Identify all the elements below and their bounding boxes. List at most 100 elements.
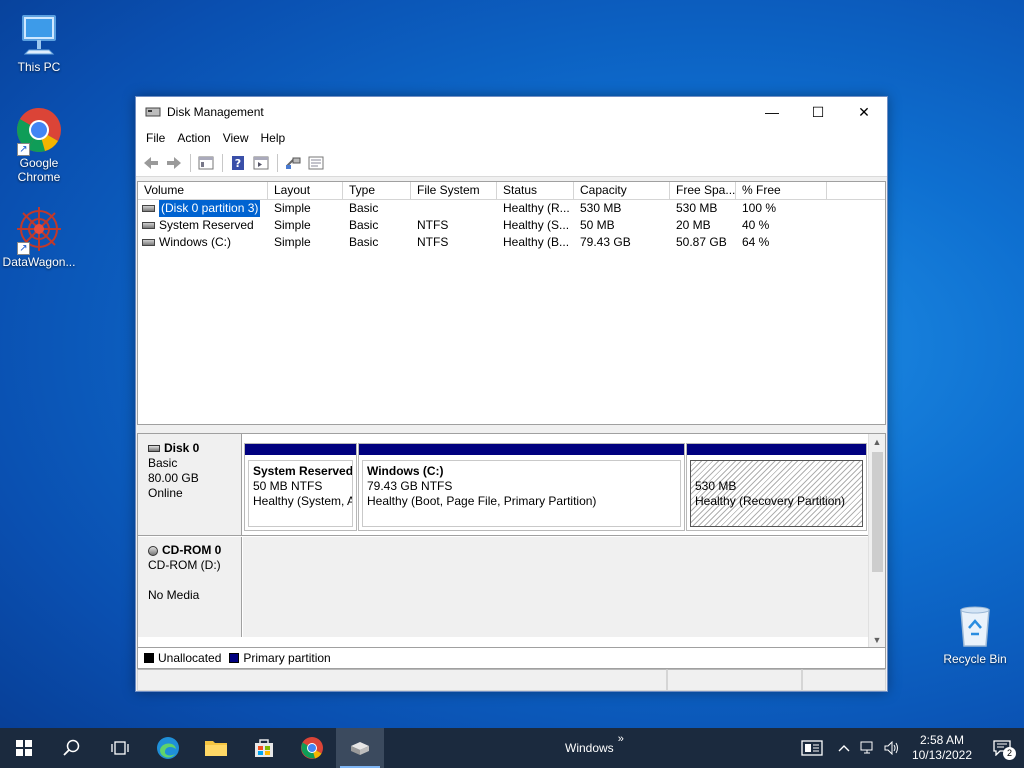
status-cell: Healthy (B...: [503, 235, 570, 249]
legend-unallocated-label: Unallocated: [158, 651, 222, 665]
title-bar[interactable]: Disk Management — ☐ ✕: [136, 97, 887, 127]
layout-cell: Simple: [274, 235, 311, 249]
taskbar-disk-management[interactable]: [336, 728, 384, 768]
connect-button[interactable]: [282, 152, 304, 174]
partition-bar: [687, 444, 866, 457]
desktop-icon-google-chrome[interactable]: ↗ Google Chrome: [0, 106, 78, 184]
disk-graphical-view: Disk 0 Basic 80.00 GB Online System Rese…: [137, 433, 886, 649]
windows-logo-icon: [16, 740, 32, 756]
toolbar-separator: [277, 153, 278, 172]
volume-list-header: Volume Layout Type File System Status Ca…: [138, 182, 885, 200]
toolbar-windows-label[interactable]: Windows »: [565, 728, 624, 768]
disk-0-label[interactable]: Disk 0 Basic 80.00 GB Online: [138, 434, 242, 535]
percent-free-cell: 64 %: [742, 235, 770, 249]
column-header-volume[interactable]: Volume: [138, 182, 268, 199]
forward-button[interactable]: [163, 152, 185, 174]
desktop-icon-datawagon[interactable]: ↗ DataWagon...: [0, 205, 78, 269]
file-system-cell: [411, 200, 497, 217]
desktop-icon-this-pc[interactable]: This PC: [0, 10, 78, 74]
cdrom-name: CD-ROM 0: [162, 543, 222, 557]
menu-help[interactable]: Help: [255, 131, 292, 145]
free-space-cell: 50.87 GB: [676, 235, 727, 249]
cdrom-0-row: CD-ROM 0 CD-ROM (D:) No Media: [138, 537, 870, 637]
task-view-button[interactable]: [96, 728, 144, 768]
properties-button[interactable]: [305, 152, 327, 174]
disk-name: Disk 0: [164, 441, 200, 455]
column-header-type[interactable]: Type: [343, 182, 411, 199]
menu-file[interactable]: File: [140, 131, 171, 145]
close-button[interactable]: ✕: [841, 97, 887, 127]
taskbar-store[interactable]: [240, 728, 288, 768]
show-hide-console-tree-button[interactable]: [195, 152, 217, 174]
layout-cell: Simple: [274, 201, 311, 215]
back-button[interactable]: [140, 152, 162, 174]
desktop-icon-label: This PC: [17, 60, 61, 74]
news-widget-icon[interactable]: [792, 728, 832, 768]
clock-date: 10/13/2022: [911, 748, 972, 762]
scroll-down-icon[interactable]: ▼: [869, 632, 885, 648]
column-header-capacity[interactable]: Capacity: [574, 182, 670, 199]
column-header-percent-free[interactable]: % Free: [736, 182, 827, 199]
menu-action[interactable]: Action: [171, 131, 216, 145]
start-button[interactable]: [0, 728, 48, 768]
column-header-free-space[interactable]: Free Spa...: [670, 182, 736, 199]
toolbar-overflow-chevron-icon[interactable]: »: [618, 733, 624, 745]
clock-time: 2:58 AM: [919, 733, 964, 747]
taskbar: Windows » 2:58 AM 10/13/2022 2: [0, 728, 1024, 768]
table-row[interactable]: Windows (C:) Simple Basic NTFS Healthy (…: [138, 234, 885, 251]
partition-system-reserved[interactable]: System Reserved 50 MB NTFS Healthy (Syst…: [244, 443, 357, 531]
show-hide-action-pane-button[interactable]: [250, 152, 272, 174]
capacity-cell: 530 MB: [580, 201, 622, 215]
table-row[interactable]: (Disk 0 partition 3) Simple Basic Health…: [138, 200, 885, 217]
this-pc-icon: [15, 10, 63, 58]
volume-icon: [142, 239, 155, 246]
status-bar-section: [667, 669, 802, 691]
network-icon[interactable]: [856, 728, 880, 768]
cdrom-0-label[interactable]: CD-ROM 0 CD-ROM (D:) No Media: [138, 537, 242, 637]
column-header-layout[interactable]: Layout: [268, 182, 343, 199]
store-icon: [255, 739, 273, 757]
search-button[interactable]: [48, 728, 96, 768]
column-header-status[interactable]: Status: [497, 182, 574, 199]
volume-list[interactable]: Volume Layout Type File System Status Ca…: [137, 181, 886, 425]
graphical-view-scrollbar[interactable]: ▲ ▼: [868, 434, 885, 648]
maximize-button[interactable]: ☐: [795, 97, 841, 127]
action-center-button[interactable]: 2: [980, 728, 1024, 768]
column-header-file-system[interactable]: File System: [411, 182, 497, 199]
taskbar-edge[interactable]: [144, 728, 192, 768]
shortcut-arrow-icon: ↗: [17, 143, 30, 156]
volume-cell: Windows (C:): [138, 234, 268, 251]
taskbar-chrome[interactable]: [288, 728, 336, 768]
system-clock[interactable]: 2:58 AM 10/13/2022: [904, 733, 980, 763]
partition-bar: [245, 444, 356, 457]
partition-name: Windows (C:): [367, 464, 444, 478]
console-tree-icon: [198, 156, 214, 169]
table-row[interactable]: System Reserved Simple Basic NTFS Health…: [138, 217, 885, 234]
minimize-button[interactable]: —: [749, 97, 795, 127]
help-button[interactable]: ?: [227, 152, 249, 174]
scroll-thumb[interactable]: [872, 452, 883, 572]
status-cell: Healthy (R...: [503, 201, 570, 215]
disk-management-icon: [145, 104, 161, 120]
free-space-cell: 530 MB: [676, 201, 718, 215]
volume-cell: (Disk 0 partition 3): [138, 200, 268, 217]
partition-recovery[interactable]: 530 MB Healthy (Recovery Partition): [686, 443, 867, 531]
percent-free-cell: 100 %: [742, 201, 777, 215]
search-icon: [63, 739, 80, 756]
volume-icon[interactable]: [880, 728, 904, 768]
desktop-icon-recycle-bin[interactable]: Recycle Bin: [936, 602, 1014, 666]
cdrom-icon: [148, 545, 158, 556]
type-cell: Basic: [349, 201, 379, 215]
disk-management-icon: [351, 742, 369, 755]
show-hidden-icons-chevron-icon[interactable]: [832, 728, 856, 768]
menu-view[interactable]: View: [217, 131, 255, 145]
partition-size: 79.43 GB NTFS: [367, 479, 453, 493]
cdrom-empty-area: [243, 537, 870, 637]
scroll-up-icon[interactable]: ▲: [869, 434, 885, 450]
desktop-icon-label: DataWagon...: [2, 255, 76, 269]
volume-icon: [142, 222, 155, 229]
taskbar-file-explorer[interactable]: [192, 728, 240, 768]
toolbar: ?: [136, 149, 887, 177]
partition-size: 530 MB: [695, 479, 737, 493]
partition-windows-c[interactable]: Windows (C:) 79.43 GB NTFS Healthy (Boot…: [358, 443, 685, 531]
